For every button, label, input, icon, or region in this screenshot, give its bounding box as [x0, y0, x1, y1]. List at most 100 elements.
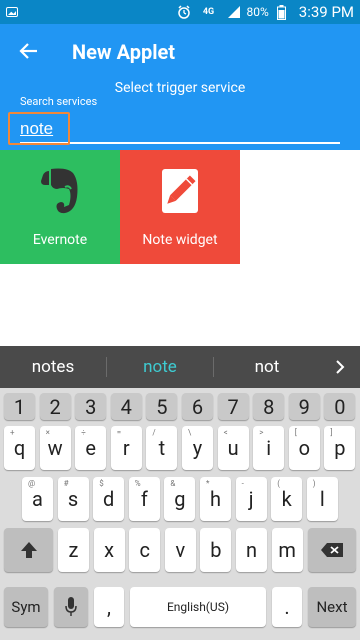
service-label: Note widget: [142, 232, 218, 248]
key-a[interactable]: @ a: [22, 477, 53, 521]
key-label: s: [67, 487, 79, 511]
key-4[interactable]: 4: [110, 393, 142, 420]
key-label: 6: [191, 394, 204, 419]
key-label: t: [158, 436, 166, 460]
key-label: 1: [13, 394, 26, 419]
key-k[interactable]: (k: [271, 477, 303, 521]
key-p[interactable]: ] p: [324, 426, 356, 470]
key-c[interactable]: c: [129, 528, 161, 572]
key-label: j: [248, 487, 254, 511]
key-secondary-symbol: &: [170, 479, 176, 488]
key-e[interactable]: ÷ e: [75, 426, 107, 470]
keyboard: 1 2 3 4 5 6 7 8 9 0 + q × w ÷ e = r / t \ y < u > i[o] p @ a # s $ d% f & g…: [0, 388, 360, 640]
period-key[interactable]: .: [272, 587, 302, 627]
key-w[interactable]: × w: [39, 426, 71, 470]
service-tile-evernote[interactable]: Evernote: [0, 150, 120, 264]
key-2[interactable]: 2: [39, 393, 71, 420]
suggestion-expand-button[interactable]: [320, 359, 360, 375]
clock: 3:39 PM: [298, 3, 354, 21]
service-tile-note-widget[interactable]: Note widget: [120, 150, 240, 264]
key-y[interactable]: \ y: [182, 426, 213, 470]
key-r[interactable]: = r: [110, 426, 142, 470]
key-label: y: [192, 436, 203, 460]
key-label: n: [245, 538, 258, 562]
key-z[interactable]: z: [58, 528, 89, 572]
page-subtitle: Select trigger service: [114, 80, 246, 96]
shift-key[interactable]: [4, 528, 53, 572]
key-secondary-symbol: <: [223, 428, 228, 437]
shift-arrow-icon: [20, 542, 37, 558]
key-secondary-symbol: *: [206, 479, 210, 488]
key-o[interactable]: [o: [288, 426, 320, 470]
key-label: 8: [263, 394, 275, 419]
keyboard-suggestion-bar: notes note not: [0, 346, 360, 388]
key-label: Next: [316, 598, 348, 616]
key-label: .: [284, 595, 290, 619]
key-label: f: [140, 487, 148, 511]
key-label: w: [47, 436, 63, 460]
key-9[interactable]: 9: [288, 393, 320, 420]
key-h[interactable]: * h: [200, 477, 231, 521]
voice-input-key[interactable]: [54, 587, 88, 627]
key-label: q: [13, 436, 26, 460]
comma-key[interactable]: ,: [94, 587, 124, 627]
key-6[interactable]: 6: [182, 393, 213, 420]
battery-percent: 80%: [246, 5, 269, 19]
key-label: v: [175, 538, 186, 562]
key-secondary-symbol: %: [134, 479, 141, 488]
key-j[interactable]: -j: [235, 477, 267, 521]
key-3[interactable]: 3: [75, 393, 107, 420]
key-secondary-symbol: =: [116, 428, 122, 437]
key-s[interactable]: # s: [57, 477, 89, 521]
key-0[interactable]: 0: [324, 393, 356, 420]
key-8[interactable]: 8: [253, 393, 285, 420]
key-v[interactable]: v: [164, 528, 196, 572]
key-label: 5: [156, 394, 168, 419]
key-secondary-symbol: /: [152, 428, 156, 437]
suggestion-item[interactable]: not: [214, 357, 320, 377]
signal-icon: [227, 5, 241, 19]
key-1[interactable]: 1: [4, 393, 35, 420]
key-b[interactable]: b: [200, 528, 232, 572]
key-label: k: [281, 487, 292, 511]
key-label: d: [103, 487, 115, 511]
key-l[interactable]: ) l: [306, 477, 338, 521]
key-secondary-symbol: \: [188, 428, 192, 437]
key-label: u: [227, 436, 239, 460]
key-label: x: [104, 538, 115, 562]
key-x[interactable]: x: [93, 528, 125, 572]
key-label: p: [334, 436, 346, 460]
battery-icon: [275, 4, 289, 20]
key-i[interactable]: > i: [253, 426, 285, 470]
back-button[interactable]: [16, 38, 42, 64]
key-label: b: [210, 538, 222, 562]
key-label: ,: [107, 595, 111, 619]
key-m[interactable]: m: [271, 528, 303, 572]
key-secondary-symbol: [: [294, 428, 297, 437]
key-t[interactable]: / t: [146, 426, 178, 470]
key-label: 4: [120, 394, 132, 419]
sym-key[interactable]: Sym: [4, 587, 48, 627]
key-label: i: [266, 436, 272, 460]
key-label: o: [298, 436, 310, 460]
key-label: h: [209, 487, 221, 511]
key-label: 3: [85, 394, 97, 419]
suggestion-item[interactable]: notes: [0, 357, 106, 377]
key-f[interactable]: % f: [128, 477, 160, 521]
service-grid: Evernote Note widget: [0, 150, 240, 264]
key-secondary-symbol: @: [28, 479, 36, 488]
key-5[interactable]: 5: [146, 393, 178, 420]
next-key[interactable]: Next: [308, 587, 356, 627]
search-highlight: [8, 112, 70, 145]
backspace-key[interactable]: [308, 528, 356, 572]
key-u[interactable]: < u: [217, 426, 249, 470]
gallery-notification-icon: [6, 7, 18, 17]
key-7[interactable]: 7: [217, 393, 249, 420]
key-q[interactable]: + q: [4, 426, 35, 470]
suggestion-item-active[interactable]: note: [107, 357, 213, 377]
key-g[interactable]: & g: [164, 477, 196, 521]
key-n[interactable]: n: [236, 528, 267, 572]
arrow-back-icon: [19, 43, 37, 59]
key-d[interactable]: $ d: [93, 477, 125, 521]
space-key[interactable]: English(US): [130, 587, 266, 627]
